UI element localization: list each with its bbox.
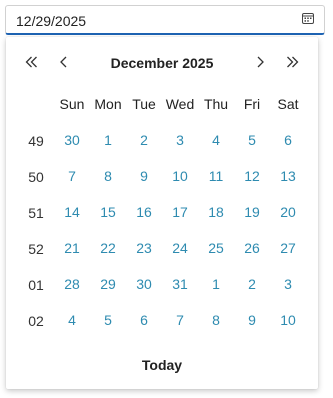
day-cell[interactable]: 3 bbox=[272, 272, 304, 296]
double-chevron-left-icon bbox=[24, 55, 40, 74]
day-cell[interactable]: 2 bbox=[236, 272, 268, 296]
weekday-header: Mon bbox=[94, 96, 122, 112]
calendar-navigation: December 2025 bbox=[6, 53, 318, 75]
day-cell[interactable]: 8 bbox=[92, 164, 124, 188]
day-cell[interactable]: 23 bbox=[128, 236, 160, 260]
weekday-header: Fri bbox=[243, 96, 261, 112]
prev-year-button[interactable] bbox=[21, 53, 43, 75]
day-cell[interactable]: 8 bbox=[200, 308, 232, 332]
week-number: 02 bbox=[28, 313, 44, 329]
day-cell[interactable]: 12 bbox=[236, 164, 268, 188]
date-input-field[interactable] bbox=[16, 12, 276, 30]
day-cell[interactable]: 31 bbox=[164, 272, 196, 296]
day-cell[interactable]: 4 bbox=[200, 128, 232, 152]
day-cell[interactable]: 9 bbox=[236, 308, 268, 332]
date-input-box bbox=[5, 5, 325, 35]
week-number: 51 bbox=[28, 205, 44, 221]
next-month-button[interactable] bbox=[249, 53, 271, 75]
day-cell[interactable]: 22 bbox=[92, 236, 124, 260]
day-cell[interactable]: 30 bbox=[128, 272, 160, 296]
day-cell[interactable]: 21 bbox=[56, 236, 88, 260]
weekday-header: Sat bbox=[277, 96, 299, 112]
next-year-button[interactable] bbox=[281, 53, 303, 75]
day-cell[interactable]: 1 bbox=[200, 272, 232, 296]
day-cell[interactable]: 14 bbox=[56, 200, 88, 224]
day-cell[interactable]: 10 bbox=[164, 164, 196, 188]
week-number: 52 bbox=[28, 241, 44, 257]
week-number: 01 bbox=[28, 277, 44, 293]
chevron-right-icon bbox=[254, 55, 266, 74]
today-button[interactable]: Today bbox=[112, 353, 212, 377]
day-cell[interactable]: 16 bbox=[128, 200, 160, 224]
day-cell[interactable]: 2 bbox=[128, 128, 160, 152]
day-cell[interactable]: 5 bbox=[236, 128, 268, 152]
day-cell[interactable]: 18 bbox=[200, 200, 232, 224]
weekday-header: Wed bbox=[165, 96, 195, 112]
day-cell[interactable]: 15 bbox=[92, 200, 124, 224]
day-cell[interactable]: 7 bbox=[56, 164, 88, 188]
week-number: 49 bbox=[28, 133, 44, 149]
day-cell[interactable]: 7 bbox=[164, 308, 196, 332]
calendar-icon bbox=[301, 11, 315, 30]
day-cell[interactable]: 24 bbox=[164, 236, 196, 260]
day-cell[interactable]: 6 bbox=[128, 308, 160, 332]
day-cell[interactable]: 28 bbox=[56, 272, 88, 296]
day-cell[interactable]: 19 bbox=[236, 200, 268, 224]
week-number: 50 bbox=[28, 169, 44, 185]
calendar-popup: December 2025 Sun Mon Tue Wed Thu Fri Sa… bbox=[6, 37, 318, 389]
weekday-header: Sun bbox=[59, 96, 85, 112]
calendar-toggle-button[interactable] bbox=[298, 11, 318, 29]
day-cell[interactable]: 30 bbox=[56, 128, 88, 152]
month-year-title[interactable]: December 2025 bbox=[66, 55, 258, 71]
day-cell[interactable]: 4 bbox=[56, 308, 88, 332]
day-cell[interactable]: 10 bbox=[272, 308, 304, 332]
weekday-header: Tue bbox=[132, 96, 156, 112]
day-cell[interactable]: 1 bbox=[92, 128, 124, 152]
day-cell[interactable]: 11 bbox=[200, 164, 232, 188]
day-cell[interactable]: 6 bbox=[272, 128, 304, 152]
double-chevron-right-icon bbox=[284, 55, 300, 74]
day-cell[interactable]: 5 bbox=[92, 308, 124, 332]
day-cell[interactable]: 3 bbox=[164, 128, 196, 152]
weekday-header: Thu bbox=[203, 96, 229, 112]
day-cell[interactable]: 9 bbox=[128, 164, 160, 188]
day-cell[interactable]: 29 bbox=[92, 272, 124, 296]
day-cell[interactable]: 27 bbox=[272, 236, 304, 260]
day-cell[interactable]: 26 bbox=[236, 236, 268, 260]
date-picker: December 2025 Sun Mon bbox=[0, 0, 333, 398]
day-cell[interactable]: 17 bbox=[164, 200, 196, 224]
day-cell[interactable]: 20 bbox=[272, 200, 304, 224]
day-cell[interactable]: 13 bbox=[272, 164, 304, 188]
day-cell[interactable]: 25 bbox=[200, 236, 232, 260]
